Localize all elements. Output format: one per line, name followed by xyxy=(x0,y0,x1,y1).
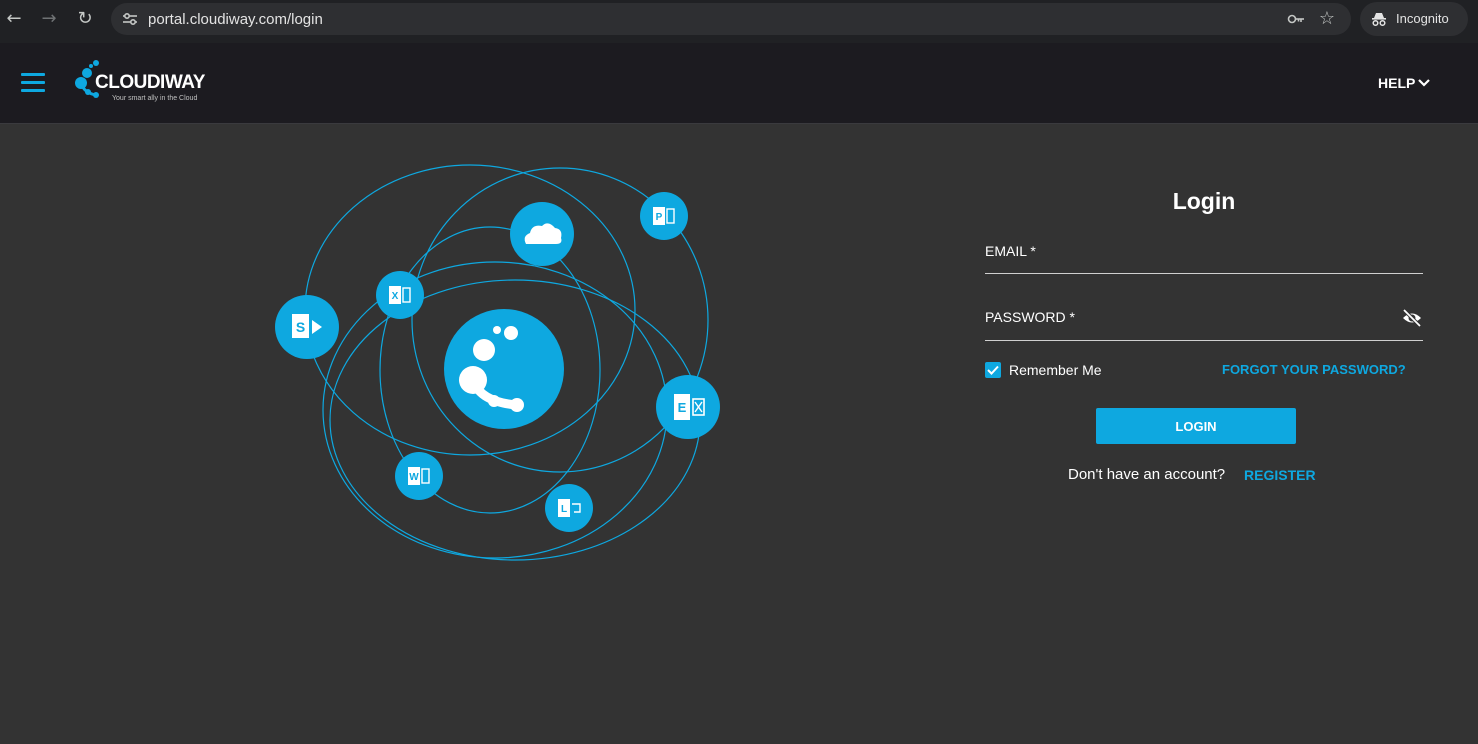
chevron-down-icon[interactable] xyxy=(1417,78,1431,88)
login-button[interactable]: LOGIN xyxy=(1096,408,1296,444)
password-field[interactable] xyxy=(985,340,1423,341)
password-key-icon[interactable] xyxy=(1287,11,1305,27)
excel-icon: X xyxy=(376,271,424,319)
word-icon: W xyxy=(395,452,443,500)
svg-text:W: W xyxy=(409,472,419,483)
site-settings-icon[interactable] xyxy=(121,10,139,28)
app-header: CLOUDIWAY Your smart ally in the Cloud H… xyxy=(0,43,1478,124)
url-text[interactable]: portal.cloudiway.com/login xyxy=(148,11,323,28)
no-account-text: Don't have an account? xyxy=(1068,466,1226,483)
password-field-label[interactable]: PASSWORD * xyxy=(985,309,1075,325)
login-title: Login xyxy=(1172,188,1236,214)
svg-text:S: S xyxy=(296,319,305,335)
cloud-services-illustration: S X P E W L xyxy=(275,164,720,561)
register-link[interactable]: REGISTER xyxy=(1244,467,1316,483)
browser-toolbar: ← → ↻ portal.cloudiway.com/login ☆ Incog… xyxy=(0,0,1478,43)
svg-text:E: E xyxy=(678,400,687,415)
email-field[interactable] xyxy=(985,273,1423,274)
back-arrow-icon[interactable]: ← xyxy=(3,8,25,30)
logo-tagline: Your smart ally in the Cloud xyxy=(112,95,198,102)
sharepoint-icon: S xyxy=(275,295,339,359)
onedrive-icon xyxy=(510,202,574,266)
lync-icon: L xyxy=(545,484,593,532)
forgot-password-link[interactable]: FORGOT YOUR PASSWORD? xyxy=(1222,362,1406,377)
exchange-icon: E xyxy=(656,375,720,439)
incognito-badge[interactable]: Incognito xyxy=(1360,2,1468,36)
reload-icon[interactable]: ↻ xyxy=(74,8,96,30)
remember-me-label[interactable]: Remember Me xyxy=(1009,362,1102,378)
forward-arrow-icon[interactable]: → xyxy=(38,8,60,30)
logo-text: CLOUDIWAY xyxy=(95,72,205,93)
incognito-label: Incognito xyxy=(1396,11,1449,26)
help-menu-label[interactable]: HELP xyxy=(1378,75,1415,91)
address-bar[interactable]: portal.cloudiway.com/login ☆ xyxy=(111,3,1351,35)
cloudiway-logo[interactable]: CLOUDIWAY Your smart ally in the Cloud xyxy=(74,59,214,105)
publisher-icon: P xyxy=(640,192,688,240)
cloudiway-core-icon xyxy=(444,309,564,429)
checkmark-icon xyxy=(987,365,999,375)
hamburger-menu-icon[interactable] xyxy=(21,73,45,93)
svg-text:L: L xyxy=(561,504,567,515)
email-field-label[interactable]: EMAIL * xyxy=(985,243,1036,259)
remember-me-checkbox[interactable] xyxy=(985,362,1001,378)
eye-off-icon[interactable] xyxy=(1401,308,1423,328)
svg-text:X: X xyxy=(392,291,399,302)
incognito-icon xyxy=(1372,13,1386,27)
svg-text:P: P xyxy=(656,212,663,223)
bookmark-star-icon[interactable]: ☆ xyxy=(1319,8,1335,29)
